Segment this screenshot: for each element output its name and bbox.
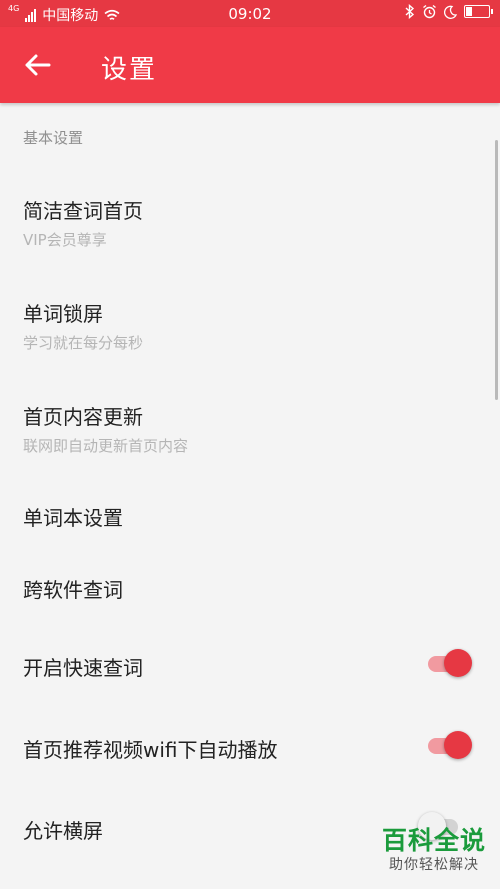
- setting-title: 允许横屏: [23, 819, 103, 843]
- app-bar: 设置: [0, 27, 500, 103]
- page-title: 设置: [101, 55, 158, 85]
- watermark: 百科全说 助你轻松解决: [382, 826, 486, 874]
- status-right: [405, 4, 493, 19]
- setting-title: 单词本设置: [23, 506, 123, 530]
- setting-video-autoplay[interactable]: 首页推荐视频wifi下自动播放: [0, 720, 500, 776]
- setting-title: 简洁查词首页: [23, 199, 143, 223]
- setting-subtitle: 学习就在每分每秒: [23, 334, 144, 352]
- setting-title: 单词锁屏: [23, 302, 103, 326]
- battery-icon: [464, 5, 493, 18]
- setting-title: 首页推荐视频wifi下自动播放: [23, 738, 278, 762]
- status-bar: 4G 中国移动 09:02: [0, 0, 500, 27]
- toggle-knob: [444, 649, 472, 677]
- setting-subtitle: 联网即自动更新首页内容: [23, 437, 189, 455]
- toggle-knob: [444, 731, 472, 759]
- watermark-title: 百科全说: [381, 826, 486, 855]
- alarm-icon: [423, 4, 436, 19]
- arrow-left-icon: [25, 54, 51, 76]
- battery-fill: [466, 7, 472, 16]
- setting-quick-lookup[interactable]: 开启快速查词: [0, 638, 500, 694]
- setting-title: 跨软件查词: [23, 578, 123, 602]
- section-label-basic: 基本设置: [23, 129, 84, 147]
- setting-simple-home[interactable]: 简洁查词首页 VIP会员尊享: [0, 181, 500, 266]
- setting-word-lockscreen[interactable]: 单词锁屏 学习就在每分每秒: [0, 284, 500, 369]
- settings-list[interactable]: 基本设置 简洁查词首页 VIP会员尊享 单词锁屏 学习就在每分每秒 首页内容更新…: [0, 103, 500, 889]
- setting-wordbook[interactable]: 单词本设置: [0, 490, 500, 546]
- moon-icon: [444, 5, 457, 19]
- bluetooth-icon: [405, 4, 415, 19]
- setting-subtitle: VIP会员尊享: [23, 231, 107, 249]
- setting-home-update[interactable]: 首页内容更新 联网即自动更新首页内容: [0, 387, 500, 472]
- setting-title: 首页内容更新: [23, 405, 143, 429]
- watermark-subtitle: 助你轻松解决: [388, 857, 479, 873]
- setting-title: 开启快速查词: [23, 656, 143, 680]
- quick-lookup-toggle[interactable]: [426, 648, 472, 678]
- scrollbar[interactable]: [495, 140, 498, 400]
- back-button[interactable]: [22, 49, 56, 81]
- setting-cross-app-lookup[interactable]: 跨软件查词: [0, 562, 500, 618]
- video-autoplay-toggle[interactable]: [426, 730, 472, 760]
